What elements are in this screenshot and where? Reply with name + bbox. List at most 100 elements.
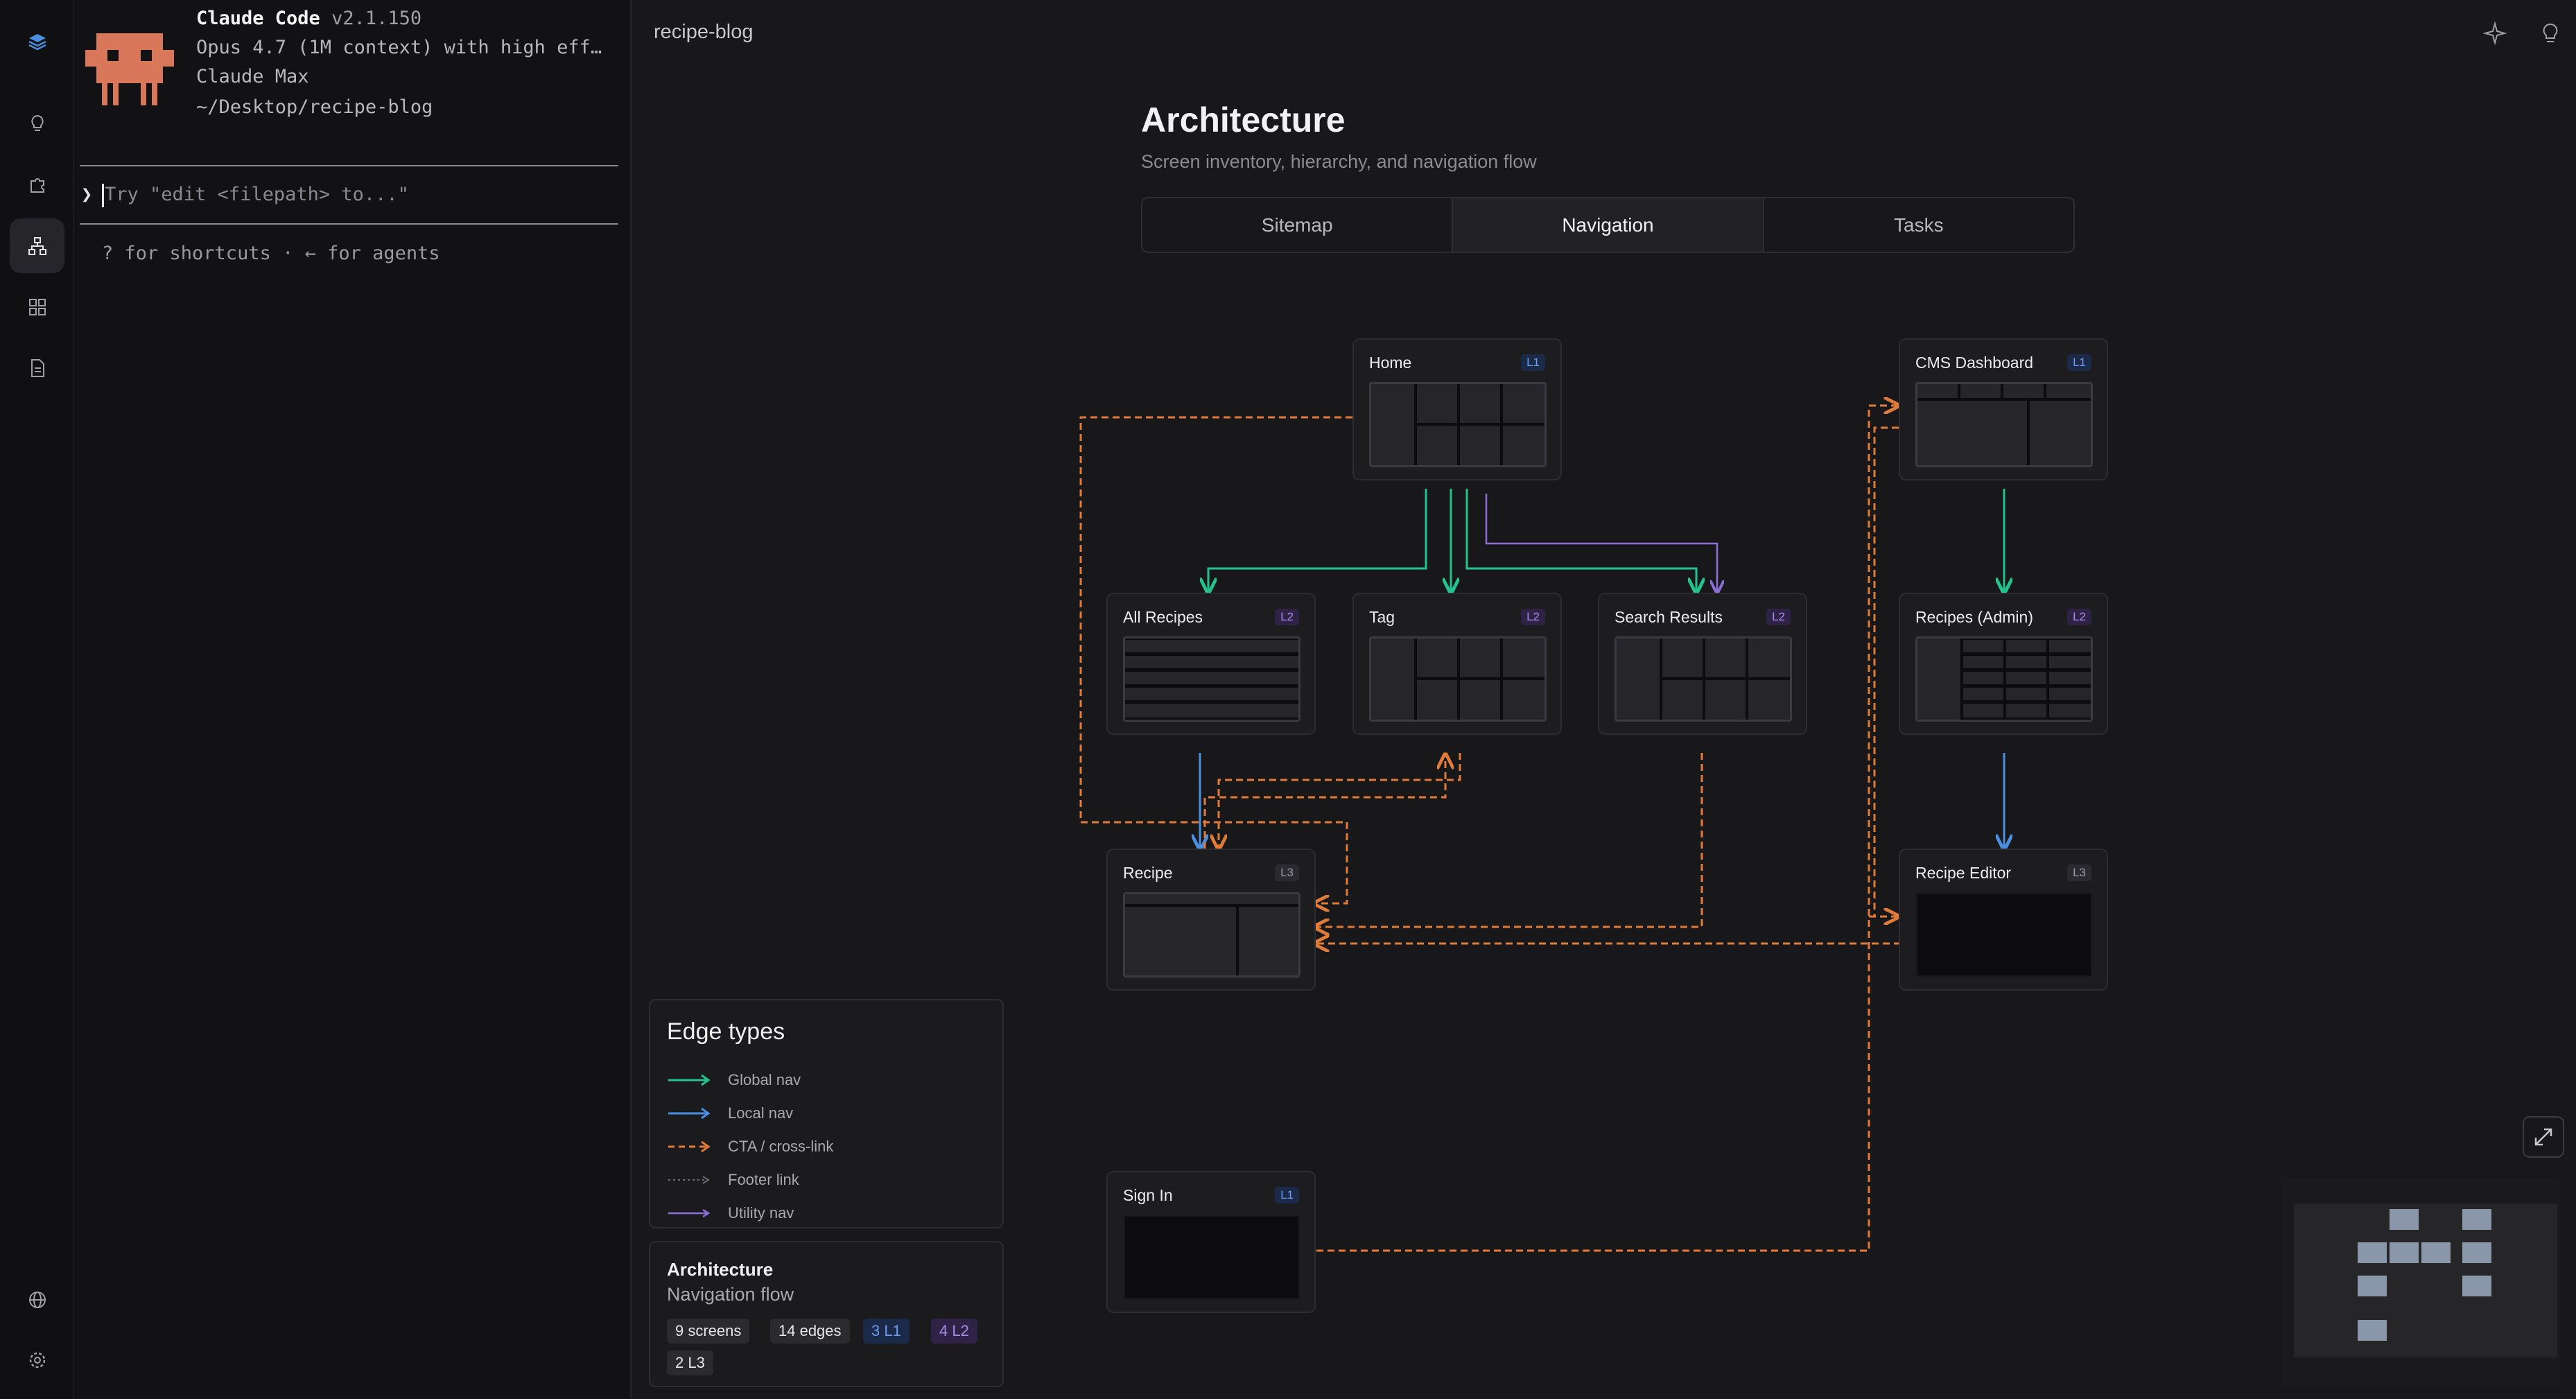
node-label: Sign In xyxy=(1123,1186,1173,1204)
model-line: Opus 4.7 (1M context) with high eff… xyxy=(196,37,602,58)
minimap-node xyxy=(2358,1320,2387,1341)
legend-label: CTA / cross-link xyxy=(728,1138,834,1155)
edge-home-search-utility xyxy=(1485,494,1717,593)
app-version: v2.1.150 xyxy=(331,8,422,29)
arrow-icon xyxy=(668,1074,711,1086)
minimap-node xyxy=(2390,1209,2419,1230)
edge-recipe-tag xyxy=(1203,754,1445,849)
legend-item-cta: CTA / cross-link xyxy=(667,1136,833,1157)
lightbulb-icon[interactable] xyxy=(10,96,64,150)
legend-label: Local nav xyxy=(728,1104,794,1122)
level-badge: L1 xyxy=(2067,354,2091,371)
summary-subtitle: Navigation flow xyxy=(667,1284,794,1305)
prompt-input[interactable]: Try "edit <filepath> to..." xyxy=(105,180,409,209)
node-all-recipes[interactable]: All Recipes L2 xyxy=(1106,593,1316,735)
expand-icon[interactable] xyxy=(2523,1116,2564,1158)
minimap-node xyxy=(2390,1242,2419,1263)
legend-item-utility: Utility nav xyxy=(667,1203,794,1224)
edge-legend: Edge types Global nav Local nav CTA / cr… xyxy=(649,999,1004,1228)
minimap-node xyxy=(2421,1242,2451,1263)
node-label: Recipe xyxy=(1123,864,1173,882)
level-badge: L3 xyxy=(1275,864,1299,881)
node-recipe[interactable]: Recipe L3 xyxy=(1106,849,1316,991)
node-recipes-admin[interactable]: Recipes (Admin) L2 xyxy=(1899,593,2108,735)
dashed-arrow-icon xyxy=(668,1140,711,1153)
level-badge: L2 xyxy=(1275,609,1299,625)
l3-count-badge: 2 L3 xyxy=(667,1350,713,1375)
grid-icon[interactable] xyxy=(10,279,64,334)
screens-count-badge: 9 screens xyxy=(667,1319,750,1344)
level-badge: L2 xyxy=(1521,609,1545,625)
legend-title: Edge types xyxy=(667,1018,785,1045)
arrow-icon xyxy=(668,1107,711,1120)
node-label: Recipes (Admin) xyxy=(1915,608,2033,626)
screen-thumbnail xyxy=(1123,636,1300,722)
sitemap-icon[interactable] xyxy=(10,218,64,273)
level-badge: L1 xyxy=(1275,1187,1299,1204)
edges-count-badge: 14 edges xyxy=(770,1319,850,1344)
icon-rail xyxy=(0,0,74,1399)
edge-cms-admin-cta xyxy=(1873,426,1899,916)
app-name: Claude Code xyxy=(196,8,320,29)
node-label: Tag xyxy=(1369,608,1395,626)
level-badge: L2 xyxy=(2067,609,2091,625)
plan-line: Claude Max xyxy=(196,66,309,87)
node-home[interactable]: Home L1 xyxy=(1352,338,1562,480)
level-badge: L2 xyxy=(1766,609,1791,625)
node-recipe-editor[interactable]: Recipe Editor L3 xyxy=(1899,849,2108,991)
app-title-line: Claude Code v2.1.150 xyxy=(196,4,421,33)
screen-thumbnail xyxy=(1123,1215,1300,1300)
minimap-node xyxy=(2358,1276,2387,1296)
gear-icon[interactable] xyxy=(10,1332,64,1387)
screen-thumbnail xyxy=(1123,892,1300,977)
level-badge: L3 xyxy=(2067,864,2091,881)
edge-home-all-recipes xyxy=(1208,489,1427,593)
node-tag[interactable]: Tag L2 xyxy=(1352,593,1562,735)
minimap[interactable] xyxy=(2283,1179,2560,1388)
minimap-node xyxy=(2462,1276,2491,1296)
edge-signin-cms xyxy=(1316,406,1899,1252)
arrow-icon xyxy=(668,1208,711,1218)
cwd-line: ~/Desktop/recipe-blog xyxy=(196,96,433,118)
screen-thumbnail xyxy=(1369,636,1547,722)
legend-label: Footer link xyxy=(728,1171,799,1188)
screen-thumbnail xyxy=(1915,892,2093,977)
edge-tag-recipe xyxy=(1219,753,1461,849)
legend-item-local-nav: Local nav xyxy=(667,1103,793,1124)
l2-count-badge: 4 L2 xyxy=(931,1319,977,1344)
screen-thumbnail xyxy=(1615,636,1792,722)
layers-logo-icon[interactable] xyxy=(10,14,64,69)
input-top-divider xyxy=(80,165,618,166)
minimap-viewport xyxy=(2294,1204,2557,1357)
terminal-panel: Claude Code v2.1.150 Opus 4.7 (1M contex… xyxy=(74,0,632,1399)
node-cms-dashboard[interactable]: CMS Dashboard L1 xyxy=(1899,338,2108,480)
prompt-glyph: ❯ xyxy=(81,184,93,205)
legend-item-footer: Footer link xyxy=(667,1170,799,1190)
document-icon[interactable] xyxy=(10,340,64,395)
minimap-node xyxy=(2462,1209,2491,1230)
input-bottom-divider xyxy=(80,223,618,225)
dotted-arrow-icon xyxy=(668,1176,710,1184)
level-badge: L1 xyxy=(1521,354,1545,371)
globe-icon[interactable] xyxy=(10,1272,64,1327)
shortcut-hint: ? for shortcuts · ← for agents xyxy=(102,243,440,264)
node-label: All Recipes xyxy=(1123,608,1203,626)
node-label: Search Results xyxy=(1615,608,1723,626)
text-cursor xyxy=(102,184,104,207)
minimap-node xyxy=(2462,1242,2491,1263)
summary-title: Architecture xyxy=(667,1259,774,1280)
screen-thumbnail xyxy=(1915,382,2093,467)
graph-summary: Architecture Navigation flow 9 screens 1… xyxy=(649,1241,1004,1387)
legend-label: Global nav xyxy=(728,1071,801,1088)
legend-item-global-nav: Global nav xyxy=(667,1070,801,1090)
main-area: recipe-blog Architecture Screen inventor… xyxy=(632,0,2576,1399)
claude-mascot-icon xyxy=(85,28,174,111)
l1-count-badge: 3 L1 xyxy=(863,1319,910,1344)
minimap-node xyxy=(2358,1242,2387,1263)
screen-thumbnail xyxy=(1915,636,2093,722)
node-search-results[interactable]: Search Results L2 xyxy=(1598,593,1807,735)
node-sign-in[interactable]: Sign In L1 xyxy=(1106,1171,1316,1313)
screen-thumbnail xyxy=(1369,382,1547,467)
node-label: CMS Dashboard xyxy=(1915,354,2034,372)
puzzle-icon[interactable] xyxy=(10,157,64,211)
